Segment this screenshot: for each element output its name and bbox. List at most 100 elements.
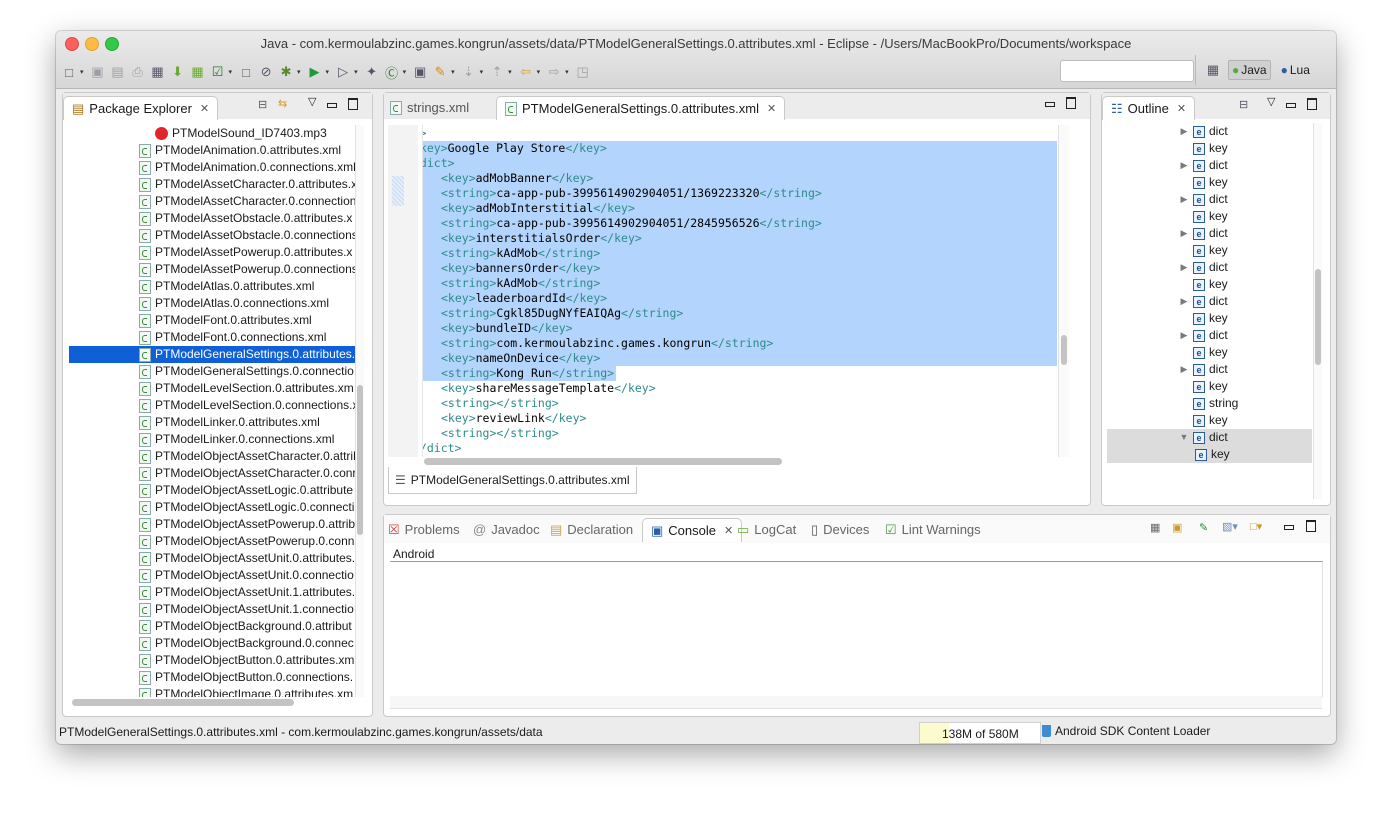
console-output[interactable] — [390, 561, 1323, 697]
close-icon[interactable]: ✕ — [724, 524, 733, 537]
package-tree-item[interactable]: PTModelLinker.0.attributes.xml — [69, 414, 355, 431]
outline-item[interactable]: ▶ e dict — [1107, 361, 1312, 378]
collapse-all-icon[interactable]: ⊟ — [258, 98, 267, 111]
package-tree-item[interactable]: PTModelObjectAssetUnit.1.connectio — [69, 601, 355, 618]
package-tree-item[interactable]: PTModelObjectAssetPowerup.0.conn — [69, 533, 355, 550]
outline-item[interactable]: ▶ e dict — [1107, 191, 1312, 208]
back-icon[interactable]: ⇦ — [517, 63, 535, 81]
package-horizontal-scrollbar[interactable] — [72, 699, 294, 706]
open-type-icon[interactable]: ▣ — [411, 63, 429, 81]
maximize-view-button[interactable] — [1306, 520, 1316, 535]
forward-icon[interactable]: ⇨ — [545, 63, 563, 81]
outline-item[interactable]: ▶ e dict — [1107, 293, 1312, 310]
collapse-all-icon[interactable]: ⊟ — [1239, 98, 1248, 111]
package-tree-item[interactable]: PTModelAssetPowerup.0.connections — [69, 261, 355, 278]
package-tree-item[interactable]: PTModelObjectAssetLogic.0.attribute — [69, 482, 355, 499]
tab-outline[interactable]: ☷ Outline ✕ — [1102, 96, 1196, 120]
outline-item[interactable]: e key — [1107, 378, 1312, 395]
pin-editor-icon[interactable]: ◳ — [574, 63, 592, 81]
new-wizard-icon[interactable]: □ — [60, 63, 78, 81]
close-icon[interactable]: ✕ — [767, 102, 776, 115]
outline-item[interactable]: e key — [1107, 208, 1312, 225]
dropdown-arrow-icon[interactable]: ▾ — [565, 68, 569, 76]
minimize-editor-button[interactable] — [1045, 98, 1055, 110]
checkbox-icon[interactable]: ☑ — [209, 63, 227, 81]
prev-annotation-icon[interactable]: ⇡ — [488, 63, 506, 81]
tab-console[interactable]: ▣ Console ✕ — [642, 518, 743, 542]
maximize-view-button[interactable] — [1307, 98, 1317, 113]
scroll-lock-icon[interactable]: ▣ — [1172, 521, 1182, 534]
expand-arrow-icon[interactable]: ▶ — [1179, 123, 1189, 140]
view-menu-icon[interactable]: ▽ — [1267, 95, 1275, 108]
tab-lint-warnings[interactable]: ☑ Lint Warnings — [885, 518, 981, 541]
maximize-view-button[interactable] — [348, 98, 358, 113]
new-java-class-icon[interactable]: Ⓒ — [383, 63, 401, 81]
run-external-tool-icon[interactable]: ▷ — [334, 63, 352, 81]
package-tree-item[interactable]: PTModelObjectBackground.0.attribut — [69, 618, 355, 635]
outline-vertical-scrollbar[interactable] — [1313, 123, 1322, 499]
outline-item[interactable]: e key — [1107, 344, 1312, 361]
close-icon[interactable]: ✕ — [1177, 102, 1186, 115]
package-tree-item[interactable]: PTModelObjectAssetCharacter.0.attril — [69, 448, 355, 465]
outline-item[interactable]: e key — [1107, 412, 1312, 429]
debug-icon[interactable]: ✱ — [277, 63, 295, 81]
outline-item[interactable]: e key — [1107, 140, 1312, 157]
package-tree-item[interactable]: PTModelLevelSection.0.connections.x — [69, 397, 355, 414]
tab-problems[interactable]: ☒ Problems — [388, 518, 460, 541]
outline-item[interactable]: e key — [1107, 174, 1312, 191]
outline-item[interactable]: ▼ e dict — [1107, 429, 1312, 446]
next-annotation-icon[interactable]: ⇣ — [460, 63, 478, 81]
quick-access-search-input[interactable] — [1060, 60, 1194, 82]
outline-item[interactable]: ▶ e dict — [1107, 157, 1312, 174]
package-tree-item[interactable]: PTModelAtlas.0.connections.xml — [69, 295, 355, 312]
outline-item[interactable]: ▶ e dict — [1107, 259, 1312, 276]
editor-vertical-scrollbar[interactable] — [1058, 125, 1069, 457]
dropdown-arrow-icon[interactable]: ▾ — [508, 68, 512, 76]
skip-breakpoints-icon[interactable]: ⊘ — [257, 63, 275, 81]
outline-item[interactable]: ▶ e dict — [1107, 225, 1312, 242]
run-icon[interactable]: ▶ — [306, 63, 324, 81]
minimize-view-button[interactable] — [327, 99, 337, 111]
outline-item[interactable]: e key — [1107, 276, 1312, 293]
tab-ptmodel-general-settings[interactable]: PTModelGeneralSettings.0.attributes.xml … — [496, 96, 786, 120]
perspective-java-button[interactable]: ● Java — [1228, 60, 1271, 80]
package-tree-item[interactable]: PTModelLinker.0.connections.xml — [69, 431, 355, 448]
tab-declaration[interactable]: ▤ Declaration — [550, 518, 633, 541]
outline-item[interactable]: ▶ e dict — [1107, 327, 1312, 344]
package-tree-item[interactable]: PTModelObjectImage.0.attributes.xm — [69, 686, 355, 697]
dropdown-arrow-icon[interactable]: ▾ — [297, 68, 301, 76]
collapse-arrow-icon[interactable]: ▼ — [1179, 429, 1189, 446]
outline-item[interactable]: e string — [1107, 395, 1312, 412]
dropdown-arrow-icon[interactable]: ▾ — [480, 68, 484, 76]
close-icon[interactable]: ✕ — [200, 102, 209, 115]
new-android-xml-icon[interactable]: □ — [237, 63, 255, 81]
package-tree-item[interactable]: PTModelAnimation.0.connections.xml — [69, 159, 355, 176]
console-horizontal-scrollbar[interactable] — [390, 696, 1322, 709]
link-with-editor-icon[interactable]: ⇆ — [278, 97, 287, 110]
package-tree-item[interactable]: PTModelAssetObstacle.0.attributes.x — [69, 210, 355, 227]
tab-logcat[interactable]: ▭ LogCat — [737, 518, 796, 541]
package-tree-item[interactable]: PTModelObjectAssetUnit.0.connectio — [69, 567, 355, 584]
minimize-view-button[interactable] — [1284, 521, 1294, 533]
package-tree-item[interactable]: PTModelObjectAssetUnit.0.attributes. — [69, 550, 355, 567]
package-tree-item[interactable]: PTModelAssetPowerup.0.attributes.x — [69, 244, 355, 261]
garbage-collect-icon[interactable] — [1042, 725, 1051, 737]
expand-arrow-icon[interactable]: ▶ — [1179, 293, 1189, 310]
scroll-thumb[interactable] — [357, 385, 363, 535]
dropdown-arrow-icon[interactable]: ▾ — [403, 68, 407, 76]
clear-console-icon[interactable]: ▦ — [1150, 521, 1160, 534]
minimize-view-button[interactable] — [1286, 99, 1296, 111]
expand-arrow-icon[interactable]: ▶ — [1179, 191, 1189, 208]
package-vertical-scrollbar[interactable] — [355, 125, 364, 697]
expand-arrow-icon[interactable]: ▶ — [1179, 327, 1189, 344]
outline-item[interactable]: e key — [1107, 310, 1312, 327]
outline-item[interactable]: e key — [1107, 446, 1312, 463]
scroll-thumb[interactable] — [1061, 335, 1067, 365]
open-console-icon[interactable]: □▾ — [1250, 520, 1262, 533]
package-tree-item[interactable]: PTModelGeneralSettings.0.attributes. — [69, 346, 355, 363]
package-tree-item[interactable]: PTModelObjectAssetPowerup.0.attrib — [69, 516, 355, 533]
dropdown-arrow-icon[interactable]: ▾ — [326, 68, 330, 76]
package-tree-item[interactable]: PTModelAssetCharacter.0.attributes.x — [69, 176, 355, 193]
new-java-package-icon[interactable]: ✦ — [363, 63, 381, 81]
package-tree-item[interactable]: PTModelGeneralSettings.0.connectio — [69, 363, 355, 380]
